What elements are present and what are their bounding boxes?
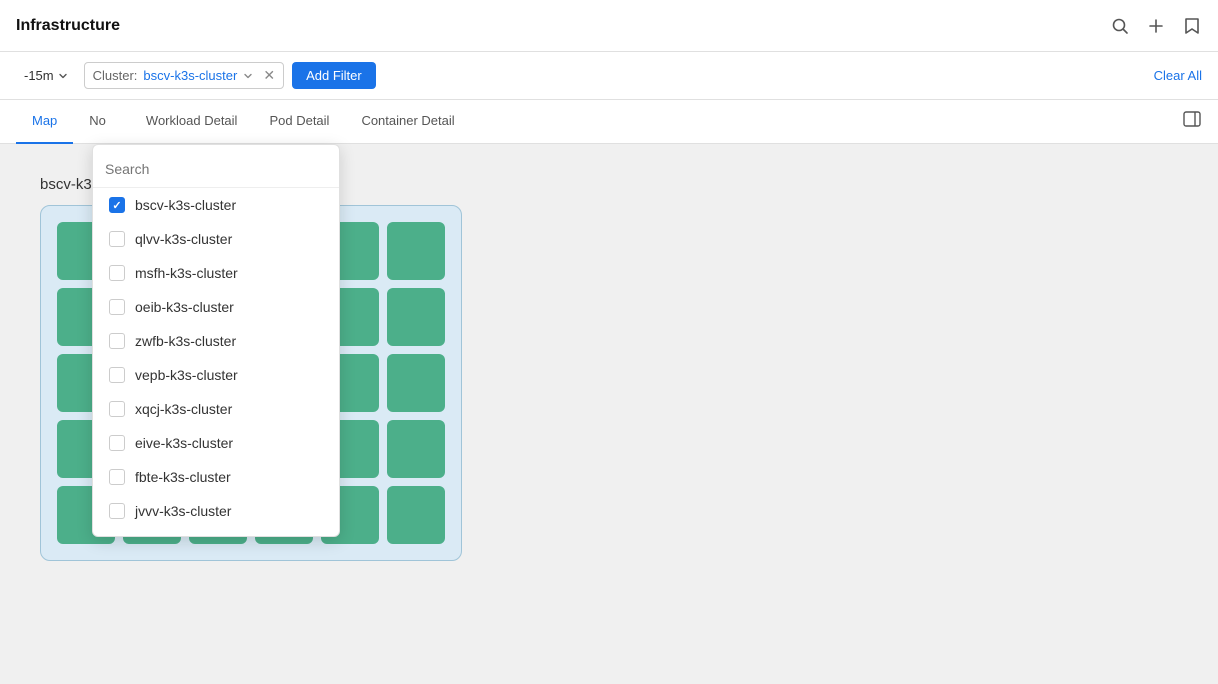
cluster-filter-value: bscv-k3s-cluster: [143, 68, 237, 83]
dropdown-item-label: vepb-k3s-cluster: [135, 367, 238, 383]
node-cell[interactable]: [387, 486, 445, 544]
dropdown-search-input[interactable]: [105, 161, 327, 177]
app-title: Infrastructure: [16, 17, 120, 35]
dropdown-item[interactable]: zwfb-k3s-cluster: [93, 324, 339, 358]
search-icon[interactable]: [1110, 16, 1130, 36]
dropdown-item-label: qlvv-k3s-cluster: [135, 231, 232, 247]
dropdown-item-label: eive-k3s-cluster: [135, 435, 233, 451]
cluster-filter[interactable]: Cluster: bscv-k3s-cluster ✕: [84, 62, 284, 89]
dropdown-item-label: jvvv-k3s-cluster: [135, 503, 231, 519]
clear-all-button[interactable]: Clear All: [1154, 68, 1202, 83]
node-cell[interactable]: [387, 288, 445, 346]
tab-map[interactable]: Map: [16, 100, 73, 144]
filter-bar: -15m Cluster: bscv-k3s-cluster ✕ Add Fil…: [0, 52, 1218, 100]
header: Infrastructure: [0, 0, 1218, 52]
checkbox[interactable]: [109, 367, 125, 383]
dropdown-item[interactable]: vepb-k3s-cluster: [93, 358, 339, 392]
tab-container-detail[interactable]: Container Detail: [345, 100, 470, 144]
dropdown-item[interactable]: jvvv-k3s-cluster: [93, 494, 339, 528]
dropdown-item-label: bscv-k3s-cluster: [135, 197, 236, 213]
bookmark-icon[interactable]: [1182, 16, 1202, 36]
cluster-filter-label: Cluster:: [93, 68, 138, 83]
panel-toggle-button[interactable]: [1182, 109, 1202, 134]
checkbox[interactable]: [109, 469, 125, 485]
cluster-dropdown: bscv-k3s-cluster qlvv-k3s-cluster msfh-k3s…: [92, 144, 340, 537]
main-content: bscv-k3s-cluster qlvv-k3s-cluster msfh-k3s…: [0, 144, 1218, 684]
tab-node[interactable]: No: [73, 100, 122, 144]
time-filter-label: -15m: [24, 68, 54, 83]
dropdown-item[interactable]: qlvv-k3s-cluster: [93, 222, 339, 256]
dropdown-item[interactable]: fbte-k3s-cluster: [93, 460, 339, 494]
dropdown-item-label: msfh-k3s-cluster: [135, 265, 238, 281]
checkbox[interactable]: [109, 435, 125, 451]
tab-workload-detail[interactable]: Workload Detail: [130, 100, 254, 144]
checkbox[interactable]: [109, 265, 125, 281]
chevron-down-icon: [58, 71, 68, 81]
cluster-filter-close[interactable]: ✕: [263, 67, 275, 84]
chevron-down-icon: [243, 71, 253, 81]
dropdown-item-label: xqcj-k3s-cluster: [135, 401, 232, 417]
time-filter[interactable]: -15m: [16, 64, 76, 87]
dropdown-item-label: zwfb-k3s-cluster: [135, 333, 236, 349]
checkbox[interactable]: [109, 197, 125, 213]
dropdown-item-label: fbte-k3s-cluster: [135, 469, 231, 485]
checkbox[interactable]: [109, 333, 125, 349]
node-cell[interactable]: [387, 354, 445, 412]
plus-icon[interactable]: [1146, 16, 1166, 36]
dropdown-item[interactable]: msfh-k3s-cluster: [93, 256, 339, 290]
tab-pod-detail[interactable]: Pod Detail: [253, 100, 345, 144]
checkbox[interactable]: [109, 231, 125, 247]
dropdown-item[interactable]: bscv-k3s-cluster: [93, 188, 339, 222]
dropdown-item[interactable]: eive-k3s-cluster: [93, 426, 339, 460]
checkbox[interactable]: [109, 503, 125, 519]
dropdown-item[interactable]: oeib-k3s-cluster: [93, 290, 339, 324]
add-filter-button[interactable]: Add Filter: [292, 62, 376, 89]
dropdown-search-container: [93, 153, 339, 188]
dropdown-item-label: oeib-k3s-cluster: [135, 299, 234, 315]
checkbox[interactable]: [109, 401, 125, 417]
header-actions: [1110, 16, 1202, 36]
node-cell[interactable]: [387, 222, 445, 280]
dropdown-item[interactable]: xqcj-k3s-cluster: [93, 392, 339, 426]
tabs-row: Map No Workload Detail Pod Detail Contai…: [0, 100, 1218, 144]
checkbox[interactable]: [109, 299, 125, 315]
node-cell[interactable]: [387, 420, 445, 478]
